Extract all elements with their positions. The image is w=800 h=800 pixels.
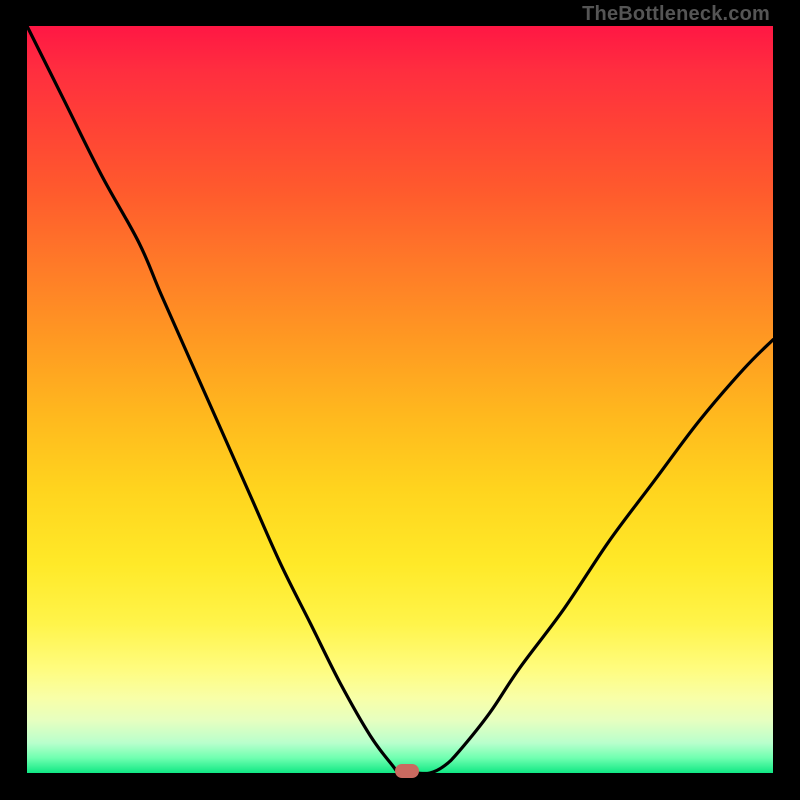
chart-frame: TheBottleneck.com	[0, 0, 800, 800]
plot-area	[27, 26, 773, 773]
optimum-marker	[395, 764, 419, 778]
attribution-label: TheBottleneck.com	[582, 3, 770, 26]
bottleneck-curve	[27, 26, 773, 773]
